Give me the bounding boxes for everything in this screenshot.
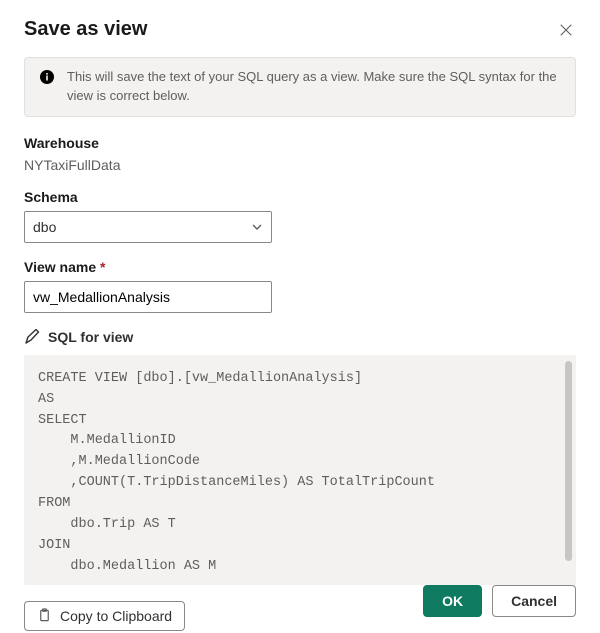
sql-code-scroll[interactable]: CREATE VIEW [dbo].[vw_MedallionAnalysis]… (38, 369, 562, 571)
viewname-input[interactable] (24, 281, 272, 313)
schema-select[interactable]: dbo (24, 211, 272, 243)
close-button[interactable] (556, 20, 576, 40)
sql-code-box: CREATE VIEW [dbo].[vw_MedallionAnalysis]… (24, 355, 576, 585)
copy-button-label: Copy to Clipboard (60, 608, 172, 624)
info-banner: This will save the text of your SQL quer… (24, 57, 576, 117)
warehouse-label: Warehouse (24, 135, 576, 151)
info-icon (39, 69, 55, 85)
cancel-button[interactable]: Cancel (492, 585, 576, 617)
info-text: This will save the text of your SQL quer… (67, 68, 561, 106)
ok-button[interactable]: OK (423, 585, 482, 617)
schema-select-value: dbo (33, 219, 56, 235)
sql-section-title: SQL for view (48, 329, 133, 345)
schema-label: Schema (24, 189, 576, 205)
required-asterisk: * (100, 259, 105, 275)
dialog-title: Save as view (24, 18, 147, 41)
close-icon (559, 23, 573, 37)
viewname-label-text: View name (24, 259, 96, 275)
sql-edit-icon (24, 329, 40, 345)
viewname-label: View name * (24, 259, 576, 275)
copy-to-clipboard-button[interactable]: Copy to Clipboard (24, 601, 185, 631)
warehouse-value: NYTaxiFullData (24, 157, 576, 173)
chevron-down-icon (251, 221, 263, 233)
clipboard-icon (37, 608, 52, 623)
sql-code-text: CREATE VIEW [dbo].[vw_MedallionAnalysis]… (38, 369, 562, 571)
